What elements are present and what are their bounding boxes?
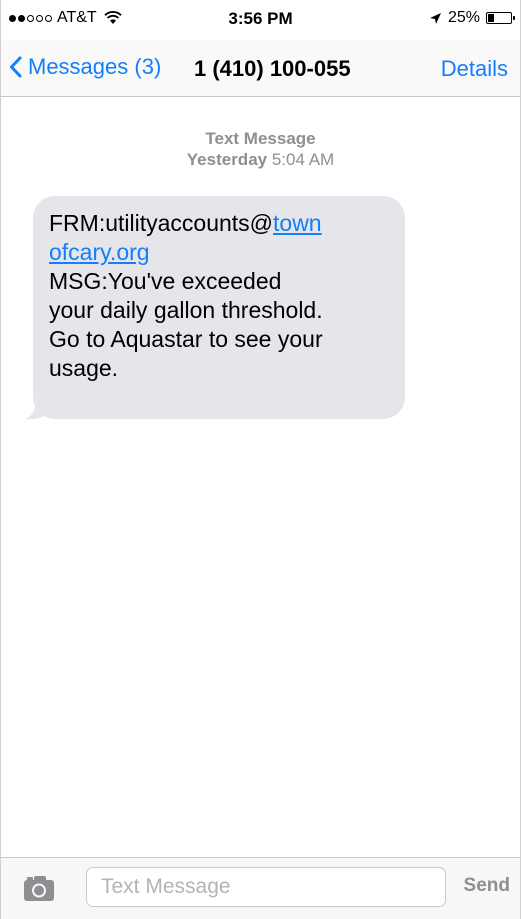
- message-text-input[interactable]: [86, 867, 446, 907]
- message-line: MSG:You've exceeded: [49, 268, 282, 294]
- battery-percent: 25%: [447, 9, 480, 26]
- message-line: FRM:utilityaccounts@town: [49, 209, 391, 238]
- message-timestamp-header: Text Message Yesterday 5:04 AM: [1, 128, 520, 170]
- location-arrow-icon: [429, 12, 441, 24]
- back-button[interactable]: Messages (3): [9, 54, 161, 80]
- message-line: your daily gallon threshold.: [49, 297, 323, 323]
- sender-link-continued[interactable]: ofcary.org: [49, 239, 150, 265]
- details-button[interactable]: Details: [441, 56, 508, 82]
- messages-screen: AT&T 3:56 PM 25% Messages (3) 1 (410) 10…: [0, 0, 521, 919]
- status-right: 25%: [429, 9, 515, 27]
- battery-icon: [486, 12, 515, 24]
- message-datetime: Yesterday 5:04 AM: [1, 149, 520, 170]
- camera-icon[interactable]: [23, 874, 55, 902]
- contact-title: 1 (410) 100-055: [194, 56, 351, 81]
- message-type-label: Text Message: [205, 129, 316, 148]
- incoming-message-bubble[interactable]: FRM:utilityaccounts@town ofcary.org MSG:…: [33, 196, 405, 419]
- status-bar: AT&T 3:56 PM 25%: [1, 0, 520, 40]
- message-time: 5:04 AM: [271, 150, 335, 169]
- sender-prefix: FRM:utilityaccounts@: [49, 210, 274, 236]
- battery-nub: [513, 16, 515, 20]
- send-button[interactable]: Send: [464, 875, 510, 897]
- navigation-bar: Messages (3) 1 (410) 100-055 Details: [1, 40, 520, 97]
- battery-fill: [488, 14, 494, 22]
- message-day: Yesterday: [186, 150, 268, 169]
- message-line: ofcary.org: [49, 238, 391, 267]
- chevron-left-icon: [10, 56, 22, 78]
- message-line: Go to Aquastar to see your: [49, 326, 323, 352]
- message-line: usage.: [49, 355, 119, 381]
- sender-link[interactable]: town: [273, 210, 322, 236]
- message-input-bar: Send: [1, 857, 520, 919]
- back-button-label: Messages (3): [28, 54, 162, 79]
